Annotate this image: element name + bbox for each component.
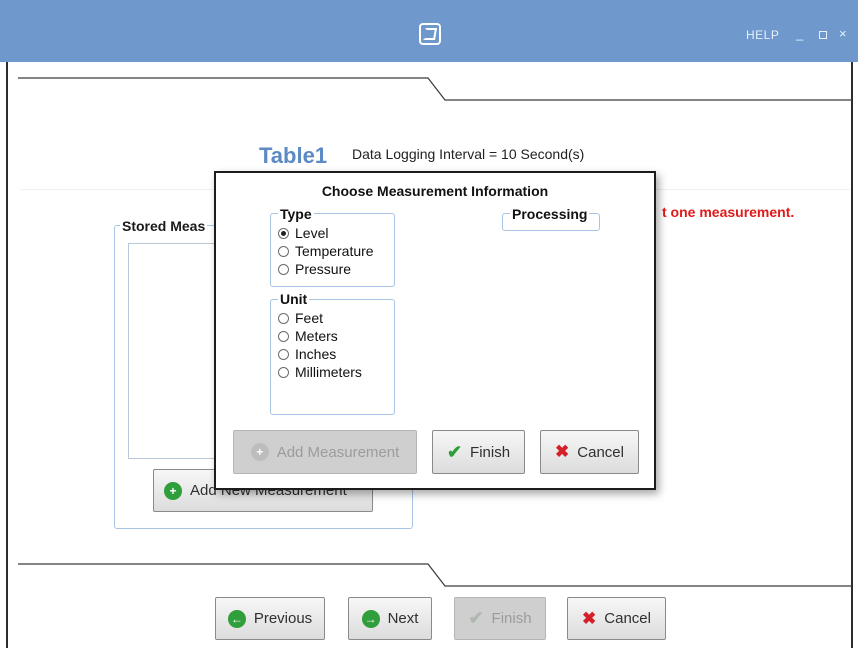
help-button[interactable]: HELP [746,28,779,42]
radio-millimeters-label: Millimeters [295,364,362,380]
plus-icon: + [164,481,182,500]
radio-button [278,312,289,324]
arrow-right-icon: → [361,609,380,628]
radio-inches-label: Inches [295,346,337,362]
dialog-finish-button[interactable]: ✔ Finish [432,430,525,474]
error-message: t one measurement. [662,204,795,220]
close-icon[interactable]: × [839,26,847,41]
top-separator [18,77,852,101]
bottom-separator [18,563,852,587]
radio-feet[interactable]: Feet [278,310,323,326]
logging-interval-text: Data Logging Interval = 10 Second(s) [352,146,585,162]
checkmark-icon: ✔ [468,608,484,628]
finish-label: Finish [491,610,532,627]
radio-button [278,348,289,360]
radio-meters[interactable]: Meters [278,328,338,344]
minimize-icon[interactable]: _ [796,26,803,41]
cancel-x-icon: ✖ [555,442,570,461]
unit-legend: Unit [278,291,310,307]
dialog-finish-label: Finish [470,443,511,461]
cancel-x-icon: ✖ [582,608,597,628]
cancel-label: Cancel [604,610,651,627]
campbell-logo-icon [419,23,441,45]
radio-button [278,263,289,275]
radio-feet-label: Feet [295,310,324,326]
radio-level[interactable]: Level [278,225,328,241]
radio-button [278,330,289,342]
finish-button[interactable]: ✔ Finish [454,597,546,640]
type-legend: Type [278,206,314,222]
radio-pressure[interactable]: Pressure [278,261,351,277]
previous-button[interactable]: ← Previous [215,597,325,640]
radio-millimeters[interactable]: Millimeters [278,364,362,380]
radio-pressure-label: Pressure [295,261,352,277]
next-label: Next [387,610,419,627]
maximize-icon[interactable] [819,31,827,39]
next-button[interactable]: → Next [348,597,432,640]
processing-legend: Processing [510,206,590,222]
previous-label: Previous [253,610,313,627]
radio-level-label: Level [295,225,329,241]
add-measurement-button[interactable]: + Add Measurement [233,430,417,474]
radio-temperature-label: Temperature [295,243,374,259]
add-measurement-label: Add Measurement [276,443,400,461]
radio-button [278,245,289,257]
cancel-button[interactable]: ✖ Cancel [567,597,666,640]
radio-button [278,366,289,378]
dialog-title: Choose Measurement Information [321,183,549,199]
radio-temperature[interactable]: Temperature [278,243,374,259]
arrow-left-icon: ← [227,609,246,628]
plus-icon: + [250,443,269,461]
checkmark-icon: ✔ [446,441,463,462]
title-bar: HELP _ × [0,0,858,62]
radio-button-selected [278,227,289,239]
dialog-cancel-label: Cancel [577,443,624,461]
choose-measurement-dialog: Choose Measurement Information Type Leve… [214,171,656,490]
table-title: Table1 [259,143,328,168]
dialog-cancel-button[interactable]: ✖ Cancel [540,430,639,474]
radio-inches[interactable]: Inches [278,346,336,362]
stored-measurements-legend: Stored Meas [120,218,208,234]
radio-meters-label: Meters [295,328,338,344]
